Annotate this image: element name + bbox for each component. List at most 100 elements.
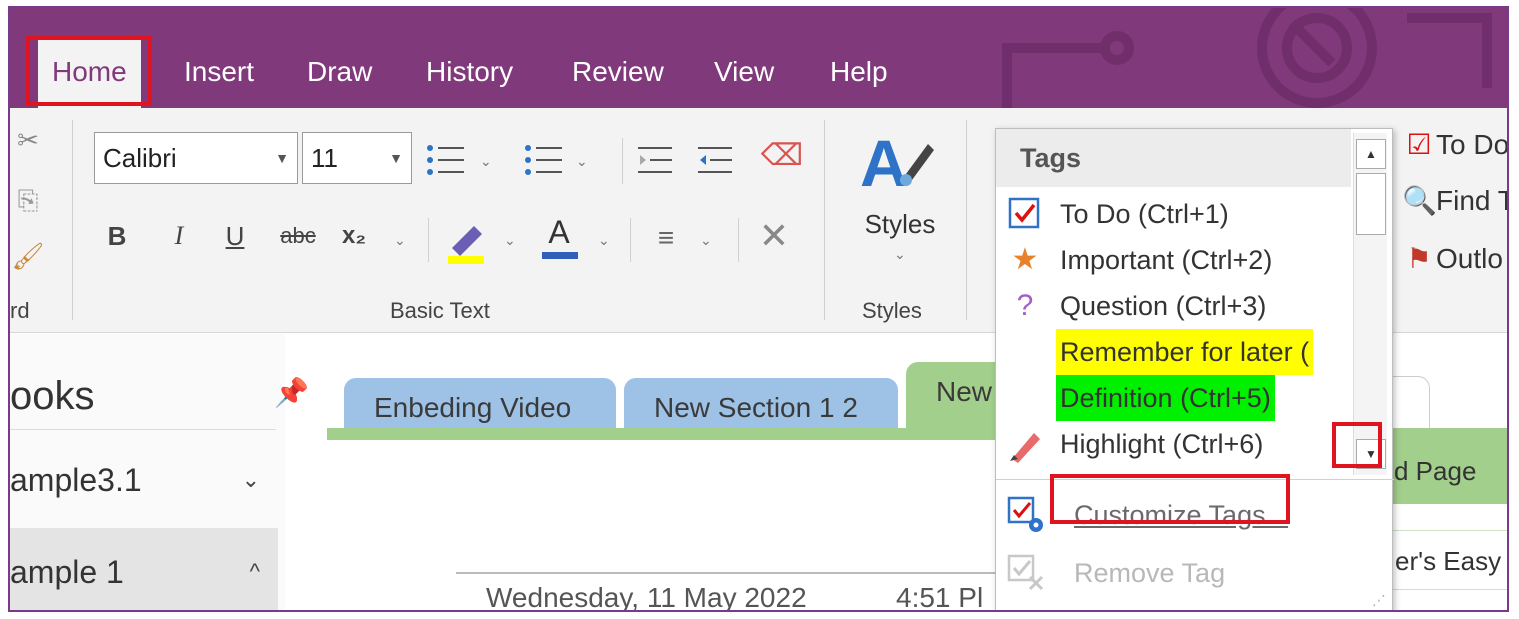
list-indent-toolbar: ⌄ ⌄ bbox=[427, 145, 732, 175]
copy-icon[interactable]: ⎘ bbox=[10, 180, 46, 220]
tags-scrollbar[interactable]: ▲ ▼ bbox=[1353, 133, 1387, 475]
highlighter-icon[interactable] bbox=[442, 218, 492, 266]
divider bbox=[10, 429, 276, 430]
tag-item-label: Highlight (Ctrl+6) bbox=[1060, 429, 1264, 459]
star-icon: ★ bbox=[1011, 243, 1039, 276]
tag-item-label: Important (Ctrl+2) bbox=[1060, 245, 1273, 275]
styles-icon[interactable]: A bbox=[856, 124, 936, 200]
svg-text:⌄: ⌄ bbox=[480, 153, 492, 169]
chevron-down-icon[interactable]: ▼ bbox=[275, 133, 289, 183]
tab-draw[interactable]: Draw bbox=[293, 40, 386, 104]
chevron-down-icon[interactable]: ⌄ bbox=[700, 232, 712, 249]
customize-tags-label: Customize Tags... bbox=[1074, 500, 1289, 530]
notebooks-title: ooks bbox=[10, 374, 95, 418]
styles-button[interactable]: Styles bbox=[852, 204, 948, 244]
resize-grip-icon[interactable]: ⋰ bbox=[1372, 592, 1386, 609]
group-divider bbox=[966, 120, 967, 320]
tag-item-definition[interactable]: Definition (Ctrl+5) bbox=[996, 375, 1341, 421]
cut-icon[interactable]: ✂ bbox=[10, 120, 46, 160]
subscript-button[interactable]: x₂ bbox=[334, 216, 374, 256]
chevron-down-icon[interactable]: ▼ bbox=[389, 133, 403, 183]
find-tags-button[interactable]: 🔍Find T bbox=[1402, 184, 1509, 217]
font-color-letter: A bbox=[548, 214, 570, 250]
divider bbox=[996, 479, 1394, 480]
find-tags-label: Find T bbox=[1436, 185, 1509, 216]
divider bbox=[630, 218, 631, 262]
chevron-down-icon[interactable]: ⌄ bbox=[394, 232, 406, 249]
italic-button[interactable]: I bbox=[164, 216, 194, 256]
tag-item-remember-for-later[interactable]: Remember for later ( bbox=[996, 329, 1341, 375]
divider bbox=[622, 138, 623, 184]
svg-text:⌄: ⌄ bbox=[576, 153, 588, 169]
chevron-down-icon[interactable]: ⌄ bbox=[242, 436, 260, 524]
page-list-item[interactable]: er's Easy G bbox=[1390, 530, 1507, 590]
clipboard-group-label: rd bbox=[10, 298, 30, 323]
tag-item-to-do[interactable]: To Do (Ctrl+1) bbox=[996, 191, 1341, 237]
notebook-pane: ooks 📌 ample3.1 ⌄ ample 1 ^ bbox=[10, 334, 309, 610]
chevron-up-icon[interactable]: ^ bbox=[250, 528, 260, 610]
format-painter-icon[interactable]: 🖌 bbox=[10, 236, 46, 276]
font-name-value: Calibri bbox=[103, 143, 177, 173]
question-icon: ? bbox=[1016, 289, 1034, 322]
customize-tags-icon bbox=[1007, 496, 1043, 532]
title-bar-decoration bbox=[1002, 8, 1492, 108]
svg-text:A: A bbox=[860, 126, 908, 200]
tab-insert[interactable]: Insert bbox=[170, 40, 268, 104]
font-name-combo[interactable]: Calibri ▼ bbox=[94, 132, 298, 184]
divider bbox=[738, 218, 739, 262]
highlighter-pen-icon bbox=[1010, 433, 1040, 463]
font-size-value: 11 bbox=[311, 143, 338, 173]
page-time: 4:51 Pl bbox=[896, 582, 984, 612]
customize-tags-command[interactable]: Customize Tags... bbox=[996, 487, 1394, 543]
divider bbox=[428, 218, 429, 262]
remove-tag-label: Remove Tag bbox=[1074, 558, 1226, 588]
title-underline bbox=[456, 572, 1016, 574]
tag-item-highlight[interactable]: Highlight (Ctrl+6) bbox=[996, 421, 1341, 467]
page-date: Wednesday, 11 May 2022 bbox=[486, 582, 807, 612]
underline-button[interactable]: U bbox=[220, 216, 250, 256]
chevron-down-icon[interactable]: ⌄ bbox=[894, 246, 906, 263]
font-color-button[interactable]: A bbox=[534, 212, 584, 259]
notebook-item[interactable]: ample3.1 ⌄ bbox=[10, 436, 278, 524]
find-tags-icon: 🔍 bbox=[1402, 185, 1437, 216]
tag-item-label: Remember for later ( bbox=[1056, 329, 1314, 375]
add-section-tab[interactable] bbox=[1390, 376, 1430, 432]
todo-tag-label: To Do bbox=[1436, 129, 1509, 160]
group-divider bbox=[824, 120, 825, 320]
tag-item-question[interactable]: ? Question (Ctrl+3) bbox=[996, 283, 1341, 329]
onenote-window: Home Insert Draw History Review View Hel… bbox=[8, 6, 1509, 612]
strikethrough-button[interactable]: abc bbox=[270, 216, 326, 256]
tab-home[interactable]: Home bbox=[38, 36, 141, 108]
bold-button[interactable]: B bbox=[102, 216, 132, 256]
chevron-down-icon[interactable]: ⌄ bbox=[598, 232, 610, 249]
scroll-thumb[interactable] bbox=[1356, 173, 1386, 235]
checkbox-icon: ☑ bbox=[1406, 129, 1432, 160]
notebook-item-selected[interactable]: ample 1 ^ bbox=[10, 528, 278, 610]
ribbon-tab-bar: Home Insert Draw History Review View Hel… bbox=[10, 8, 1507, 108]
font-color-swatch bbox=[542, 252, 578, 259]
font-size-combo[interactable]: 11 ▼ bbox=[302, 132, 412, 184]
checkbox-icon bbox=[1008, 197, 1040, 229]
notebook-item-label: ample3.1 bbox=[10, 462, 142, 498]
tags-gallery-dropdown: Tags To Do (Ctrl+1) ★ Important (Ctrl+2)… bbox=[995, 128, 1394, 610]
outlook-tasks-button[interactable]: ⚑ Outlo bbox=[1402, 242, 1503, 275]
tag-item-important[interactable]: ★ Important (Ctrl+2) bbox=[996, 237, 1341, 283]
tags-header: Tags bbox=[996, 129, 1351, 187]
tab-history[interactable]: History bbox=[412, 40, 527, 104]
remove-tag-command[interactable]: Remove Tag bbox=[996, 545, 1394, 601]
group-divider bbox=[72, 120, 73, 320]
scroll-up-icon[interactable]: ▲ bbox=[1356, 139, 1386, 169]
align-left-icon[interactable]: ≡ bbox=[646, 218, 686, 258]
tab-view[interactable]: View bbox=[700, 40, 788, 104]
tag-item-label: To Do (Ctrl+1) bbox=[1060, 199, 1229, 229]
delete-icon[interactable]: ✕ bbox=[752, 216, 796, 256]
tag-item-label: Question (Ctrl+3) bbox=[1060, 291, 1267, 321]
pin-icon[interactable]: 📌 bbox=[274, 376, 309, 409]
chevron-down-icon[interactable]: ⌄ bbox=[504, 232, 516, 249]
tab-help[interactable]: Help bbox=[816, 40, 902, 104]
clear-formatting-icon[interactable]: ⌫ bbox=[760, 136, 804, 176]
scroll-down-icon[interactable]: ▼ bbox=[1356, 439, 1386, 469]
add-page-button[interactable]: d Page bbox=[1390, 438, 1507, 504]
tab-review[interactable]: Review bbox=[558, 40, 678, 104]
todo-tag-button[interactable]: ☑ To Do bbox=[1402, 128, 1509, 161]
